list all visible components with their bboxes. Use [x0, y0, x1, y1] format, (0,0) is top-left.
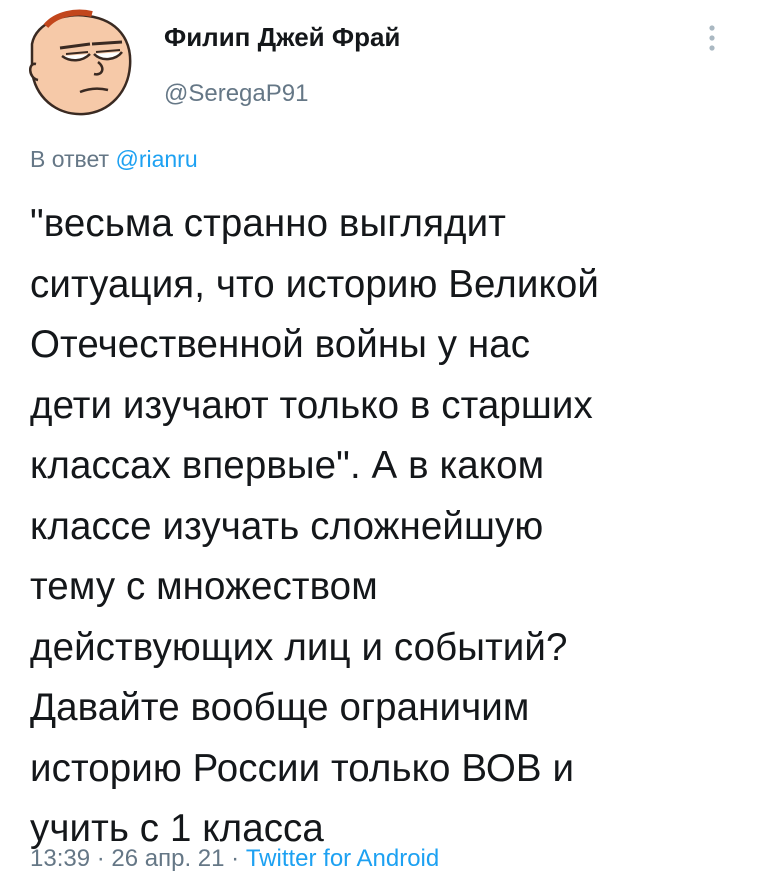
- display-name[interactable]: Филип Джей Фрай: [164, 22, 400, 53]
- avatar[interactable]: [26, 4, 138, 116]
- vertical-dots-more-icon: [709, 25, 715, 51]
- tweet-meta: 13:39 · 26 апр. 21 · Twitter for Android: [30, 845, 439, 873]
- reply-prefix: В ответ: [30, 146, 116, 172]
- user-handle[interactable]: @SeregaP91: [164, 80, 308, 108]
- meta-separator: ·: [224, 845, 246, 872]
- tweet-source-link[interactable]: Twitter for Android: [246, 845, 439, 872]
- reply-mention-link[interactable]: @rianru: [115, 146, 197, 172]
- tweet-card: Филип Джей Фрай @SeregaP91 В ответ @rian…: [0, 0, 760, 893]
- tweet-text: "весьма странно выглядит ситуация, что и…: [30, 202, 599, 850]
- tweet-date[interactable]: 26 апр. 21: [111, 845, 224, 872]
- more-options-button[interactable]: [700, 18, 724, 58]
- meta-separator: ·: [90, 845, 112, 872]
- reply-context: В ответ @rianru: [30, 146, 198, 173]
- fry-squint-avatar-icon: [26, 4, 138, 116]
- tweet-time[interactable]: 13:39: [30, 845, 90, 872]
